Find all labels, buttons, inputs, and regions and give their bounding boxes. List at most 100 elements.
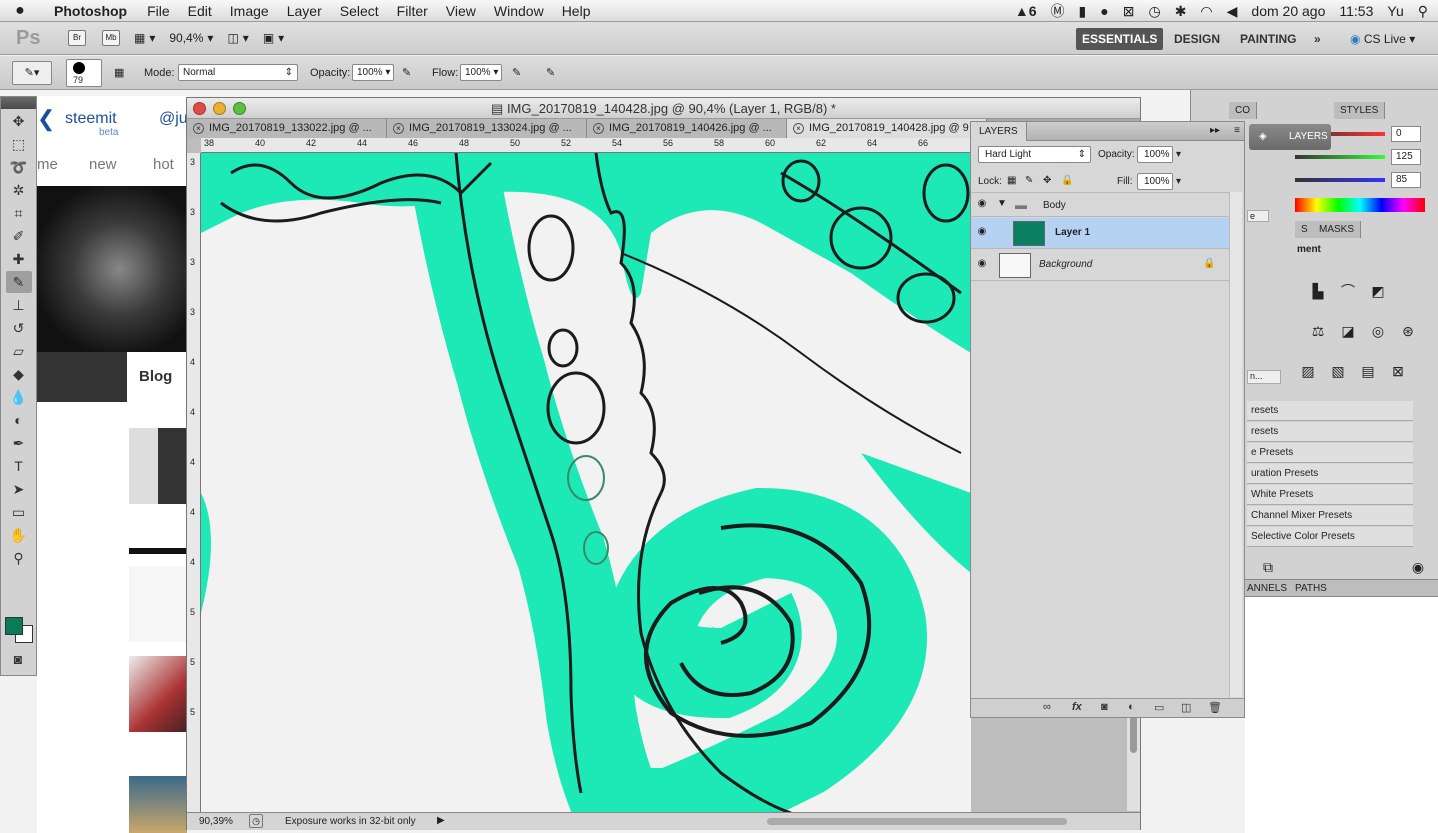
new-layer-icon[interactable]: ◫ — [1181, 701, 1191, 714]
tab-paths[interactable]: PATHS — [1295, 583, 1327, 594]
layers-panel-header[interactable]: LAYERS ▸▸ ≡ — [971, 122, 1244, 141]
status-info-icon[interactable]: ◷ — [249, 814, 263, 828]
color-value-r[interactable]: 0 — [1391, 126, 1421, 142]
flow-input[interactable]: 100% ▾ — [460, 64, 502, 81]
tab-color[interactable]: CO — [1229, 102, 1257, 119]
record-icon[interactable]: ● — [1100, 3, 1108, 19]
airbrush-icon[interactable]: ✎ — [512, 64, 521, 82]
close-tab-icon[interactable]: × — [193, 123, 204, 134]
zoom-tool-icon[interactable]: ⚲ — [6, 547, 32, 569]
tab-channels[interactable]: ANNELS — [1247, 583, 1287, 594]
menu-image[interactable]: Image — [221, 3, 278, 19]
layer-row-selected[interactable]: ◉ Layer 1 — [971, 218, 1229, 249]
threshold-icon[interactable]: ▧ — [1327, 360, 1349, 382]
vertical-ruler[interactable]: 3 3 3 3 4 4 4 4 4 5 5 5 — [187, 153, 201, 813]
steemit-brand[interactable]: steemit — [65, 110, 117, 128]
marquee-tool-icon[interactable]: ⬚ — [6, 133, 32, 155]
image-canvas[interactable] — [201, 153, 971, 813]
lock-transparency-icon[interactable]: ▦ — [1007, 175, 1016, 186]
collapse-panel-icon[interactable]: ▸▸ — [1210, 125, 1220, 136]
eyedropper-tool-icon[interactable]: ✐ — [6, 225, 32, 247]
color-value-b[interactable]: 85 — [1391, 172, 1421, 188]
workspace-painting[interactable]: PAINTING — [1234, 28, 1302, 50]
close-tab-icon[interactable]: × — [793, 123, 804, 134]
screen-mode-dropdown[interactable]: ▣ ▾ — [263, 31, 284, 45]
preset-row[interactable]: uration Presets — [1247, 464, 1413, 484]
workspace-design[interactable]: DESIGN — [1168, 28, 1226, 50]
fill-input[interactable]: 100% — [1137, 173, 1173, 190]
scrollbar-thumb[interactable] — [1130, 713, 1137, 753]
layer-style-icon[interactable]: fx — [1072, 701, 1082, 713]
post-thumbnail[interactable] — [129, 428, 187, 504]
menu-file[interactable]: File — [138, 3, 179, 19]
workspace-essentials[interactable]: ESSENTIALS — [1076, 28, 1164, 50]
gradient-map-icon[interactable]: ▤ — [1357, 360, 1379, 382]
document-title-bar[interactable]: ▤ IMG_20170819_140428.jpg @ 90,4% (Layer… — [187, 98, 1140, 119]
user-handle[interactable]: @ju — [159, 110, 188, 128]
tab-adjustments[interactable]: S — [1295, 221, 1315, 238]
group-expand-icon[interactable]: ▼ — [997, 198, 1007, 209]
quick-mask-icon[interactable]: ◙ — [5, 648, 31, 670]
adjustment-layer-icon[interactable]: ◐ — [1128, 701, 1135, 713]
preset-row[interactable]: Selective Color Presets — [1247, 527, 1413, 547]
close-window-button[interactable] — [193, 102, 206, 115]
doc-tab[interactable]: × IMG_20170819_133022.jpg @ ... — [187, 119, 387, 138]
preset-row[interactable]: Channel Mixer Presets — [1247, 506, 1413, 526]
layer-group-row[interactable]: ◉ ▼ ▬ Body — [971, 192, 1229, 217]
view-extras-dropdown[interactable]: ▦ ▾ — [134, 31, 155, 45]
opacity-input[interactable]: 100% ▾ — [352, 64, 394, 81]
battery-x-icon[interactable]: ⊠ — [1123, 3, 1135, 20]
new-group-icon[interactable]: ▭ — [1154, 701, 1164, 714]
blend-mode-select[interactable]: Hard Light ⇕ — [978, 146, 1091, 163]
blur-tool-icon[interactable]: 💧 — [6, 386, 32, 408]
layer-opacity-input[interactable]: 100% — [1137, 146, 1173, 163]
black-white-icon[interactable]: ◪ — [1337, 320, 1359, 342]
preset-row[interactable]: resets — [1247, 422, 1413, 442]
nav-home[interactable]: me — [37, 156, 58, 173]
post-thumbnail[interactable] — [129, 656, 187, 732]
tool-preset-picker[interactable]: ✎▾ — [12, 61, 52, 85]
visibility-eye-icon[interactable]: ◉ — [975, 198, 989, 212]
lock-position-icon[interactable]: ✥ — [1043, 175, 1051, 186]
workspace-more-button[interactable]: » — [1308, 28, 1327, 50]
type-tool-icon[interactable]: T — [6, 455, 32, 477]
lock-pixels-icon[interactable]: ✎ — [1025, 175, 1033, 186]
menu-filter[interactable]: Filter — [388, 3, 437, 19]
menu-help[interactable]: Help — [553, 3, 600, 19]
channel-mixer-icon[interactable]: ⊛ — [1397, 320, 1419, 342]
close-tab-icon[interactable]: × — [593, 123, 604, 134]
adobe-updates-icon[interactable]: ▲ 6 — [1015, 3, 1037, 19]
dodge-tool-icon[interactable]: ◐ — [6, 409, 32, 431]
blog-tab[interactable]: Blog — [127, 352, 187, 402]
view-previous-icon[interactable]: ◉ — [1407, 556, 1429, 578]
apple-menu-icon[interactable]: ● — [0, 2, 40, 20]
green-slider[interactable] — [1295, 155, 1385, 159]
minimize-window-button[interactable] — [213, 102, 226, 115]
zoom-status[interactable]: 90,39% — [199, 816, 233, 827]
menu-edit[interactable]: Edit — [179, 3, 221, 19]
levels-icon[interactable]: ▙ — [1307, 280, 1329, 302]
user-label[interactable]: Yu — [1387, 3, 1403, 19]
preset-row[interactable]: resets — [1247, 401, 1413, 421]
doc-tab[interactable]: × IMG_20170819_133024.jpg @ ... — [387, 119, 587, 138]
post-thumbnail[interactable] — [129, 566, 187, 642]
pressure-opacity-icon[interactable]: ✎ — [402, 64, 411, 82]
horizontal-scrollbar-thumb[interactable] — [767, 818, 1067, 825]
hand-tool-icon[interactable]: ✋ — [6, 524, 32, 546]
wifi-icon[interactable]: ◠ — [1200, 3, 1212, 20]
history-brush-tool-icon[interactable]: ↺ — [6, 317, 32, 339]
color-spectrum[interactable] — [1295, 198, 1425, 212]
zoom-window-button[interactable] — [233, 102, 246, 115]
move-tool-icon[interactable]: ✥ — [6, 110, 32, 132]
bridge-button[interactable]: Br — [68, 30, 86, 46]
visibility-eye-icon[interactable]: ◉ — [975, 226, 989, 240]
lasso-tool-icon[interactable]: ➰ — [6, 156, 32, 178]
panel-menu-icon[interactable]: ≡ — [1234, 125, 1240, 136]
menu-view[interactable]: View — [437, 3, 485, 19]
zoom-dropdown[interactable]: 90,4% ▾ — [169, 31, 213, 45]
toggle-brush-panel-icon[interactable]: ▦ — [114, 64, 124, 82]
preset-row[interactable]: White Presets — [1247, 485, 1413, 505]
brush-preset-picker[interactable]: 79 — [66, 59, 102, 87]
spotlight-search-icon[interactable]: ⚲ — [1418, 3, 1428, 20]
menu-layer[interactable]: Layer — [278, 3, 331, 19]
